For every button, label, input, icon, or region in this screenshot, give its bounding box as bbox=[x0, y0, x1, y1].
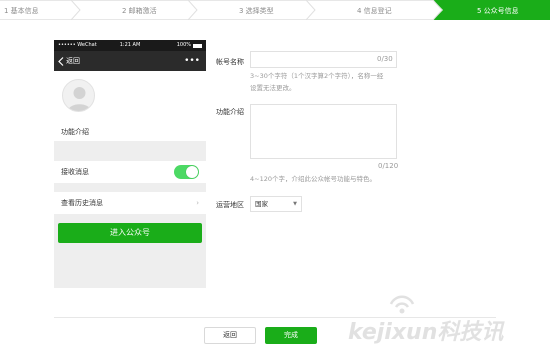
step-label: 2 邮箱激活 bbox=[122, 7, 157, 15]
watermark-text: kejixun科技讯 bbox=[348, 320, 504, 345]
receive-messages-label: 接收消息 bbox=[61, 168, 89, 176]
account-name-counter: 0/30 bbox=[377, 55, 393, 63]
phone-preview: •••••• WeChat 1:21 AM 100% 返回 ••• 功能介绍 接… bbox=[54, 40, 206, 288]
battery-indicator: 100% bbox=[177, 40, 202, 51]
account-profile-card: 功能介绍 bbox=[54, 71, 206, 141]
phone-back-button[interactable]: 返回 bbox=[58, 51, 80, 71]
step-label: 5 公众号信息 bbox=[477, 7, 519, 15]
back-button[interactable]: 返回 bbox=[204, 327, 256, 344]
intro-counter: 0/120 bbox=[378, 162, 399, 170]
receive-messages-toggle[interactable] bbox=[174, 165, 199, 179]
account-name-hint: 3~30个字符（1个汉字算2个字符），名称一经 设置无法更改。 bbox=[250, 70, 383, 94]
step-label: 1 基本信息 bbox=[4, 7, 39, 15]
region-select[interactable]: 国家 ▼ bbox=[250, 196, 302, 212]
phone-status-bar: •••••• WeChat 1:21 AM 100% bbox=[54, 40, 206, 51]
view-history-row[interactable]: 查看历史消息 › bbox=[54, 192, 206, 214]
intro-field-label: 功能介绍 bbox=[216, 108, 244, 116]
region-label: 运营地区 bbox=[216, 201, 244, 209]
more-options-icon[interactable]: ••• bbox=[184, 51, 200, 71]
step-account-info-active: 5 公众号信息 bbox=[433, 0, 550, 20]
account-name-input[interactable] bbox=[250, 51, 397, 68]
account-name-label: 帐号名称 bbox=[216, 58, 244, 66]
hint-line: 3~30个字符（1个汉字算2个字符），名称一经 bbox=[250, 72, 384, 80]
step-progress-bar: 1 基本信息 2 邮箱激活 3 选择类型 4 信息登记 5 公众号信息 bbox=[0, 0, 550, 20]
intro-label: 功能介绍 bbox=[61, 128, 89, 136]
hint-line: 设置无法更改。 bbox=[250, 84, 296, 92]
step-label: 3 选择类型 bbox=[239, 7, 274, 15]
toggle-knob bbox=[186, 166, 198, 178]
step-info-registration: 4 信息登记 bbox=[315, 0, 433, 20]
step-active-notch-icon bbox=[433, 0, 443, 20]
chevron-left-icon bbox=[58, 56, 64, 66]
page-root: 1 基本信息 2 邮箱激活 3 选择类型 4 信息登记 5 公众号信息 ••••… bbox=[0, 0, 550, 348]
region-selected-value: 国家 bbox=[255, 200, 268, 208]
view-history-label: 查看历史消息 bbox=[61, 199, 103, 207]
step-label: 4 信息登记 bbox=[357, 7, 392, 15]
enter-account-button[interactable]: 进入公众号 bbox=[58, 223, 202, 243]
step-email-activation: 2 邮箱激活 bbox=[80, 0, 198, 20]
intro-textarea[interactable] bbox=[250, 104, 397, 159]
receive-messages-row: 接收消息 bbox=[54, 161, 206, 183]
caret-down-icon: ▼ bbox=[293, 201, 297, 207]
phone-nav-bar: 返回 ••• bbox=[54, 51, 206, 71]
step-basic-info: 1 基本信息 bbox=[0, 0, 81, 20]
battery-icon bbox=[193, 43, 202, 48]
battery-percent: 100% bbox=[176, 42, 191, 48]
phone-back-label: 返回 bbox=[66, 57, 80, 65]
chevron-right-icon: › bbox=[196, 199, 199, 207]
step-select-type: 3 选择类型 bbox=[197, 0, 316, 20]
avatar bbox=[62, 79, 95, 112]
intro-hint: 4~120个字，介绍此公众帐号功能与特色。 bbox=[250, 175, 376, 183]
watermark-signal-icon bbox=[389, 295, 415, 314]
user-placeholder-icon bbox=[68, 87, 91, 111]
done-button[interactable]: 完成 bbox=[265, 327, 317, 344]
